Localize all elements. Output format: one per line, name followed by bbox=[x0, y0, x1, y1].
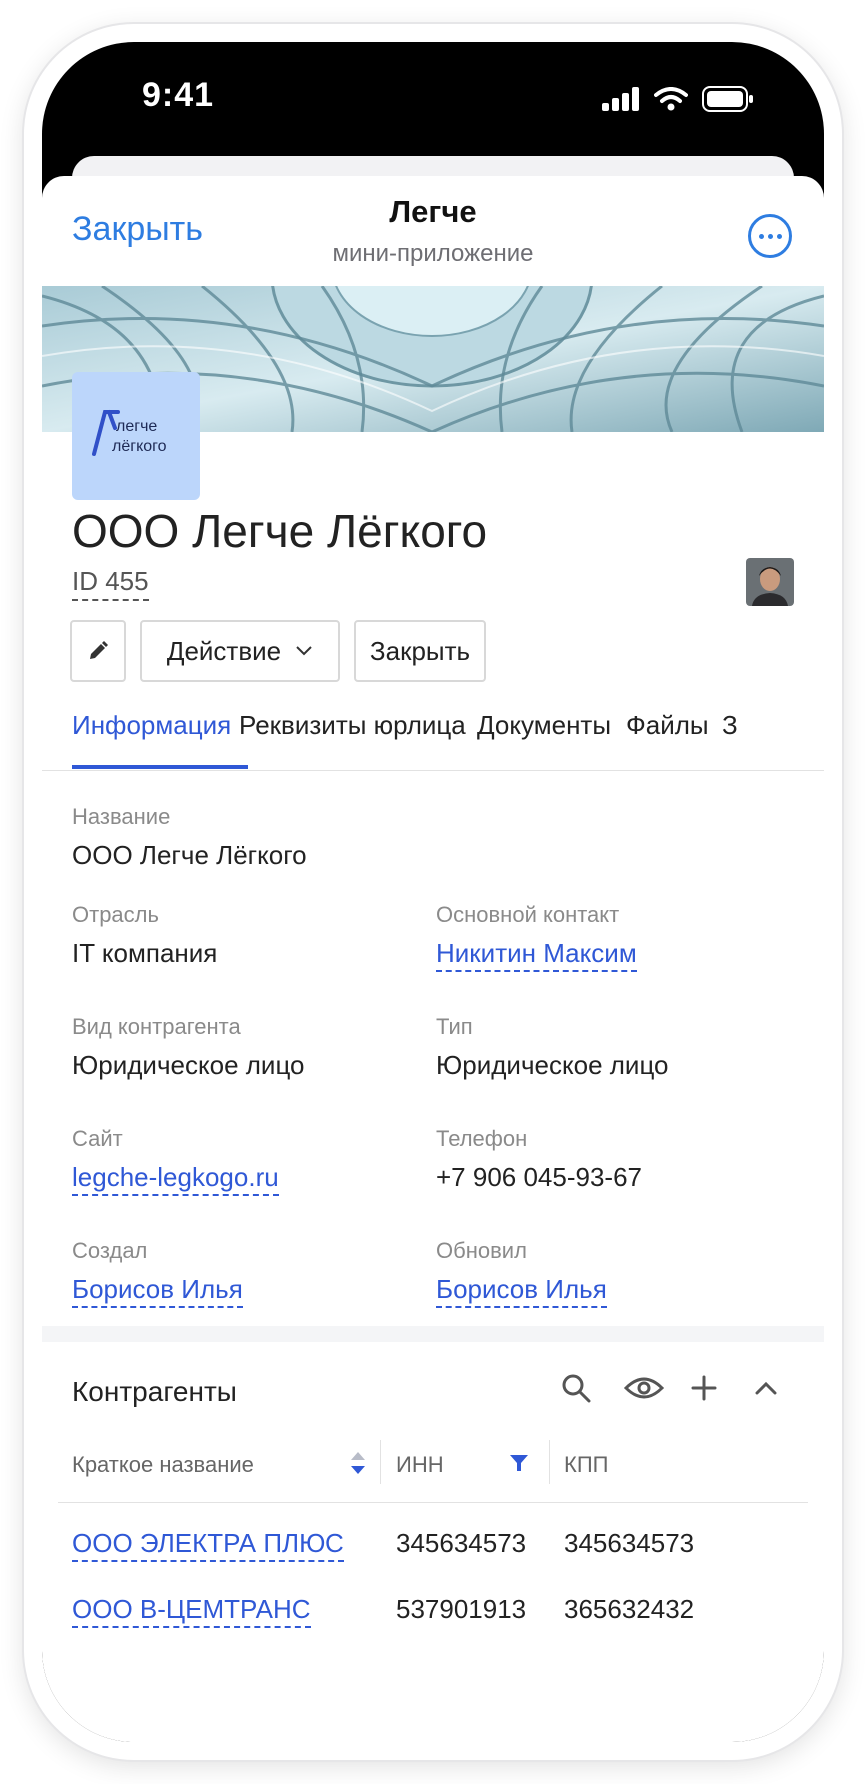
tab-files[interactable]: Файлы bbox=[626, 710, 709, 741]
more-options-button[interactable] bbox=[748, 214, 792, 258]
close-record-button[interactable]: Закрыть bbox=[354, 620, 486, 682]
table-cell-kpp: 365632432 bbox=[564, 1594, 695, 1624]
field-value-type: Юридическое лицо bbox=[436, 1050, 669, 1080]
more-dot-icon bbox=[758, 233, 764, 239]
status-time: 9:41 bbox=[142, 76, 215, 114]
plus-icon bbox=[691, 1375, 717, 1401]
field-label-site: Сайт bbox=[72, 1126, 123, 1151]
counterparties-title: Контрагенты bbox=[72, 1376, 237, 1407]
table-header-divider bbox=[58, 1502, 808, 1503]
edit-button[interactable] bbox=[70, 620, 126, 682]
tab-documents[interactable]: Документы bbox=[477, 710, 611, 741]
add-button[interactable] bbox=[684, 1368, 724, 1408]
sort-icon[interactable] bbox=[348, 1448, 368, 1478]
search-icon bbox=[562, 1374, 591, 1403]
action-dropdown-label: Действие bbox=[166, 635, 282, 666]
company-title: ООО Легче Лёгкого bbox=[72, 505, 488, 557]
field-value-created-wrap: Борисов Илья bbox=[72, 1274, 243, 1308]
company-id[interactable]: ID 455 bbox=[72, 566, 149, 601]
tab-bar: Информация Реквизиты юрлица Документы Фа… bbox=[42, 684, 824, 771]
nav-title: Легче bbox=[389, 194, 477, 229]
field-value-updated-wrap: Борисов Илья bbox=[436, 1274, 607, 1308]
main-contact-link[interactable]: Никитин Максим bbox=[436, 938, 637, 972]
field-value-phone: +7 906 045-93-67 bbox=[436, 1162, 643, 1192]
column-separator bbox=[380, 1440, 381, 1484]
field-label-updated-by: Обновил bbox=[436, 1238, 527, 1263]
more-dot-icon bbox=[776, 233, 782, 239]
status-bar: 9:41 bbox=[42, 42, 824, 152]
signal-icon bbox=[602, 87, 639, 111]
field-label-main-contact: Основной контакт bbox=[436, 902, 620, 927]
field-value-counterparty-kind: Юридическое лицо bbox=[72, 1050, 305, 1080]
eye-icon bbox=[624, 1377, 664, 1399]
updated-by-link[interactable]: Борисов Илья bbox=[436, 1274, 607, 1308]
collapse-button[interactable] bbox=[746, 1368, 786, 1408]
logo-mark-icon bbox=[92, 410, 120, 456]
battery-icon bbox=[702, 86, 753, 112]
screen: 9:41 Закрыть Легче мини-приложение легче… bbox=[42, 42, 824, 1742]
table-cell-inn: 345634573 bbox=[396, 1528, 527, 1558]
counterparty-name-link[interactable]: ООО ЭЛЕКТРА ПЛЮС bbox=[72, 1528, 344, 1562]
field-label-created-by: Создал bbox=[72, 1238, 148, 1263]
column-header-short-name[interactable]: Краткое название bbox=[72, 1452, 254, 1478]
table-row: ООО ЭЛЕКТРА ПЛЮС bbox=[72, 1528, 344, 1562]
user-avatar-image bbox=[746, 558, 794, 606]
field-value-main-contact-wrap: Никитин Максим bbox=[436, 938, 637, 972]
field-value-industry: IT компания bbox=[72, 938, 218, 968]
created-by-link[interactable]: Борисов Илья bbox=[72, 1274, 243, 1308]
wifi-icon bbox=[654, 87, 688, 111]
column-header-inn[interactable]: ИНН bbox=[396, 1452, 444, 1478]
field-label-counterparty-kind: Вид контрагента bbox=[72, 1014, 241, 1039]
status-icons bbox=[602, 86, 754, 112]
field-label-phone: Телефон bbox=[436, 1126, 528, 1151]
chevron-up-icon bbox=[755, 1381, 777, 1395]
pencil-icon bbox=[90, 641, 108, 659]
field-value-name: ООО Легче Лёгкого bbox=[72, 840, 307, 870]
logo-text-line2: лёгкого bbox=[112, 438, 167, 455]
chevron-down-icon bbox=[296, 646, 312, 656]
field-label-name: Название bbox=[72, 804, 171, 829]
tab-legal-details[interactable]: Реквизиты юрлица bbox=[239, 710, 466, 741]
tab-information[interactable]: Информация bbox=[72, 710, 231, 741]
table-cell-kpp: 345634573 bbox=[564, 1528, 695, 1558]
more-dot-icon bbox=[767, 233, 773, 239]
action-dropdown-button[interactable]: Действие bbox=[140, 620, 340, 682]
visibility-button[interactable] bbox=[620, 1368, 668, 1408]
counterparty-name-link[interactable]: ООО В-ЦЕМТРАНС bbox=[72, 1594, 311, 1628]
field-label-industry: Отрасль bbox=[72, 902, 159, 927]
column-header-kpp[interactable]: КПП bbox=[564, 1452, 608, 1478]
table-cell-inn: 537901913 bbox=[396, 1594, 527, 1624]
nav-subtitle: мини-приложение bbox=[332, 240, 534, 267]
table-row: ООО В-ЦЕМТРАНС bbox=[72, 1594, 311, 1628]
avatar[interactable] bbox=[746, 558, 794, 606]
column-separator bbox=[549, 1440, 550, 1484]
filter-icon[interactable] bbox=[508, 1452, 530, 1474]
company-logo: легче лёгкого bbox=[72, 372, 200, 500]
mini-app-sheet: Закрыть Легче мини-приложение легче лёгк… bbox=[42, 176, 824, 1742]
nav-bar: Закрыть Легче мини-приложение bbox=[42, 176, 824, 286]
active-tab-indicator bbox=[72, 765, 248, 769]
search-button[interactable] bbox=[556, 1368, 596, 1408]
site-link[interactable]: legche-legkogo.ru bbox=[72, 1162, 279, 1196]
field-value-site-wrap: legche-legkogo.ru bbox=[72, 1162, 279, 1196]
field-label-type: Тип bbox=[436, 1014, 473, 1039]
logo-text-line1: легче bbox=[116, 418, 158, 435]
tab-more-partial[interactable]: З bbox=[722, 710, 738, 741]
section-divider bbox=[42, 1326, 824, 1342]
